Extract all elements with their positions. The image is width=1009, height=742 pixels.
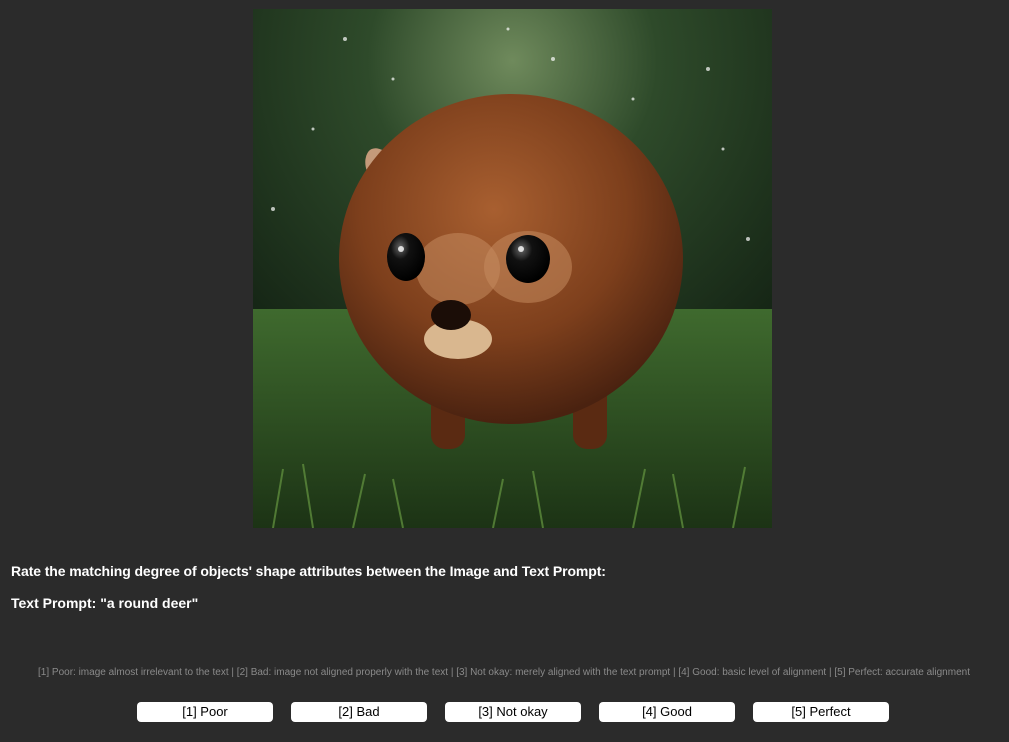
rating-not-okay-button[interactable]: [3] Not okay <box>445 702 581 722</box>
generated-image <box>253 9 772 528</box>
rating-good-button[interactable]: [4] Good <box>599 702 735 722</box>
rating-bad-button[interactable]: [2] Bad <box>291 702 427 722</box>
text-prompt: Text Prompt: "a round deer" <box>11 595 199 611</box>
round-deer-image <box>253 9 772 528</box>
rating-question: Rate the matching degree of objects' sha… <box>11 563 606 579</box>
rating-poor-button[interactable]: [1] Poor <box>137 702 273 722</box>
rating-scale-legend: [1] Poor: image almost irrelevant to the… <box>38 667 970 678</box>
rating-button-group: [1] Poor [2] Bad [3] Not okay [4] Good [… <box>137 702 889 722</box>
rating-perfect-button[interactable]: [5] Perfect <box>753 702 889 722</box>
